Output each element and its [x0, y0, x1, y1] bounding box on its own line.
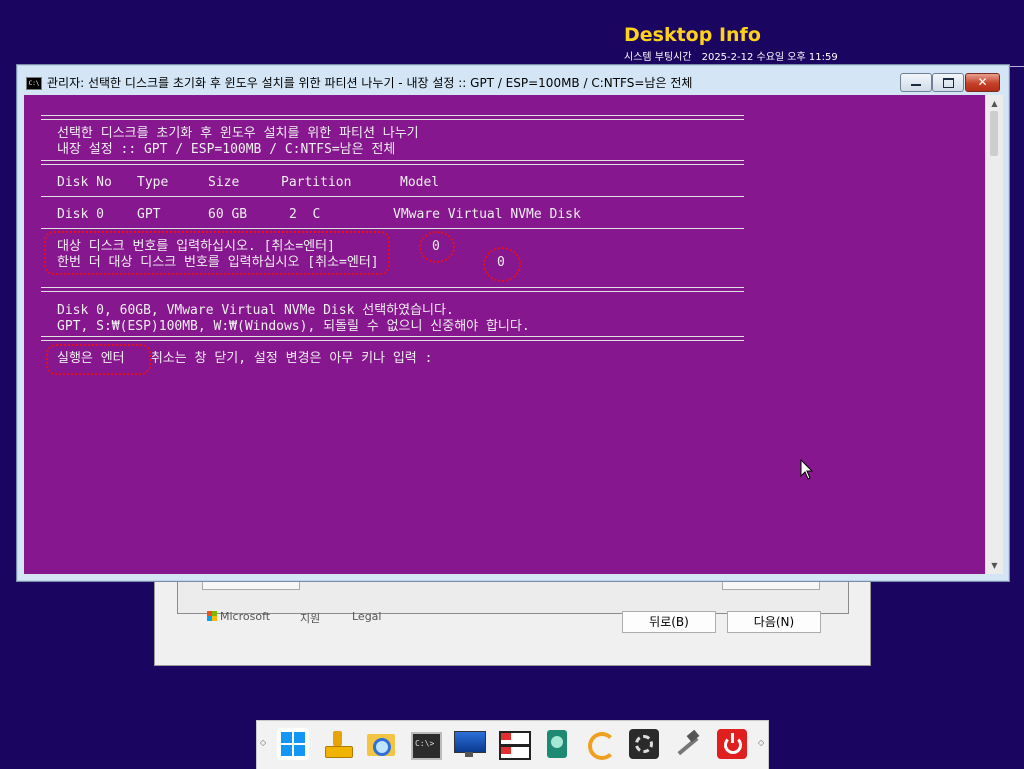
double-divider [41, 287, 744, 292]
column-model: Model [400, 175, 440, 190]
boot-time-value: 2025-2-12 수요일 오후 11:59 [701, 52, 838, 63]
command-prompt-icon: C:\ [26, 77, 42, 90]
selection-confirmation: Disk 0, 60GB, VMware Virtual NVMe Disk 선… [57, 303, 454, 318]
close-icon: ✕ [977, 75, 988, 89]
disk-row-no: Disk 0 [57, 207, 104, 222]
minimize-button[interactable] [900, 73, 932, 92]
settings-gear-icon[interactable] [628, 728, 660, 760]
scroll-down-icon[interactable]: ▼ [986, 557, 1003, 574]
windows-start-icon[interactable] [277, 728, 309, 760]
desktop-info: Desktop Info 시스템 부팅시간 2025-2-12 수요일 오후 11… [624, 24, 1024, 67]
maximize-icon [933, 74, 963, 91]
microsoft-text: Microsoft [220, 610, 271, 623]
scroll-up-icon[interactable]: ▲ [986, 95, 1003, 112]
column-disk-no: Disk No [57, 175, 112, 190]
next-button[interactable]: 다음(N) [727, 611, 821, 633]
disk-row-partition: 2 C [289, 207, 321, 222]
disk-row-model: VMware Virtual NVMe Disk [393, 207, 581, 222]
folder-search-icon[interactable] [365, 728, 397, 760]
single-divider [41, 196, 744, 197]
disk-partition-icon[interactable] [497, 728, 531, 760]
column-size: Size [208, 175, 240, 190]
console-output[interactable]: 선택한 디스크를 초기화 후 윈도우 설치를 위한 파티션 나누기 내장 설정 … [24, 95, 985, 574]
sync-icon[interactable] [585, 728, 617, 760]
console-title-bar[interactable]: C:\ 관리자: 선택한 디스크를 초기화 후 윈도우 설치를 위한 파티션 나… [17, 65, 1009, 95]
double-divider [41, 336, 744, 341]
close-button[interactable]: ✕ [965, 73, 1000, 92]
support-link[interactable]: 지원 [300, 610, 320, 626]
maximize-button[interactable] [932, 73, 964, 92]
usb-drive-icon[interactable] [322, 728, 354, 760]
monitor-icon[interactable] [453, 728, 486, 760]
disk-row-size: 60 GB [208, 207, 248, 222]
boot-time-label: 시스템 부팅시간 [624, 52, 692, 63]
console-heading-2: 내장 설정 :: GPT / ESP=100MB / C:NTFS=남은 전체 [57, 142, 396, 157]
tools-icon[interactable] [672, 728, 704, 760]
enter-highlight [46, 344, 151, 375]
back-button[interactable]: 뒤로(B) [622, 611, 716, 633]
column-type: Type [137, 175, 169, 190]
power-icon[interactable] [716, 728, 748, 760]
legal-link[interactable]: Legal [352, 610, 381, 623]
double-divider [41, 115, 744, 120]
single-divider [41, 228, 744, 229]
taskbar-scroll-left-icon[interactable]: ◇ [260, 738, 266, 747]
mouse-cursor-icon [800, 459, 814, 480]
microsoft-logo-icon [207, 611, 217, 621]
console-title: 관리자: 선택한 디스크를 초기화 후 윈도우 설치를 위한 파티션 나누기 -… [47, 76, 693, 90]
value-highlight [483, 247, 521, 282]
microsoft-brand: Microsoft [207, 610, 270, 623]
console-heading-1: 선택한 디스크를 초기화 후 윈도우 설치를 위한 파티션 나누기 [57, 126, 419, 141]
disk-tool-icon[interactable] [541, 728, 573, 760]
boot-time-row: 시스템 부팅시간 2025-2-12 수요일 오후 11:59 [624, 48, 848, 63]
taskbar-scroll-right-icon[interactable]: ◇ [758, 738, 764, 747]
value-highlight [419, 231, 455, 263]
console-window: C:\ 관리자: 선택한 디스크를 초기화 후 윈도우 설치를 위한 파티션 나… [16, 64, 1010, 582]
column-partition: Partition [281, 175, 352, 190]
double-divider [41, 160, 744, 165]
desktop-info-title: Desktop Info [624, 24, 761, 46]
prompt-highlight [44, 231, 390, 275]
command-prompt-icon[interactable]: C:\> [409, 728, 442, 760]
partition-warning: GPT, S:₩(ESP)100MB, W:₩(Windows), 되돌릴 수 … [57, 319, 530, 334]
scroll-thumb[interactable] [990, 111, 998, 156]
disk-row-type: GPT [137, 207, 161, 222]
taskbar: ◇ C:\> ◇ [256, 720, 769, 769]
console-scrollbar[interactable]: ▲ ▼ [985, 95, 1003, 574]
execute-options-prompt: 취소는 창 닫기, 설정 변경은 아무 키나 입력 : [143, 351, 433, 366]
minimize-icon [901, 74, 931, 91]
